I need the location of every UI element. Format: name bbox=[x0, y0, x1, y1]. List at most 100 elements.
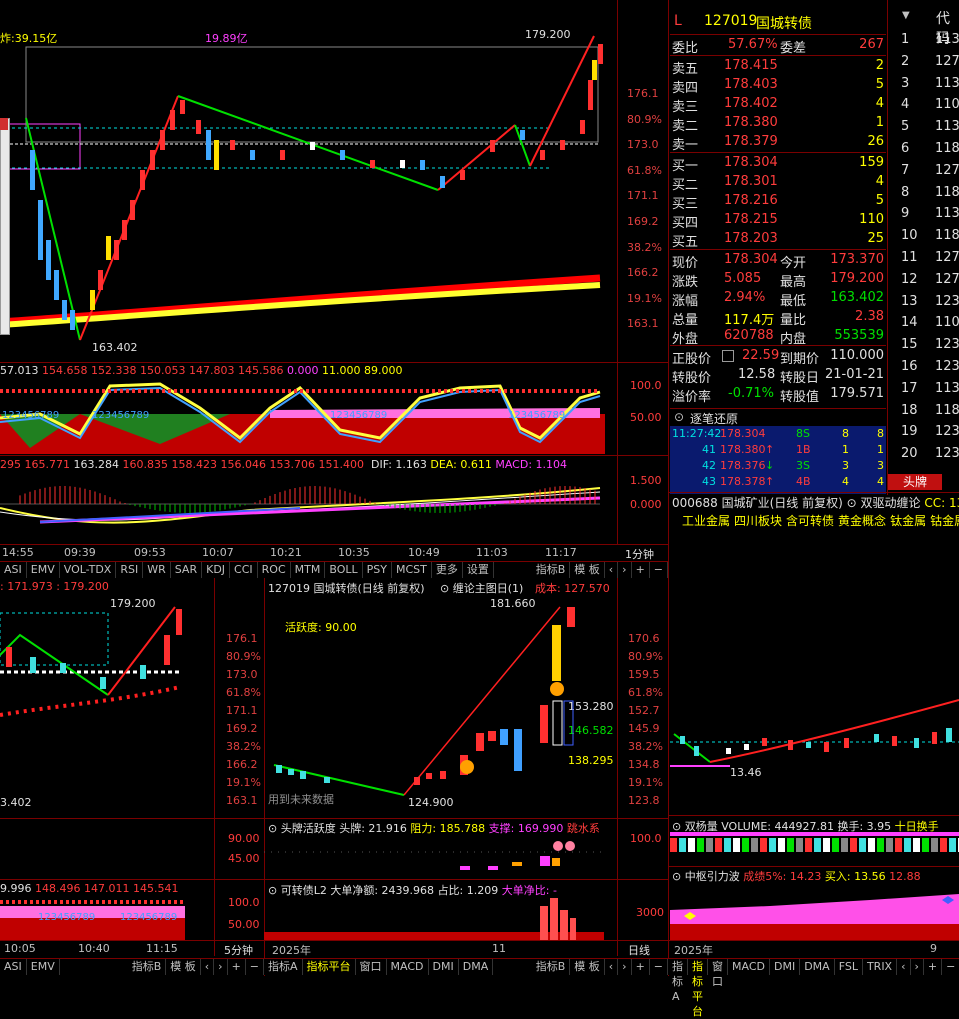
zoom-in-icon[interactable]: + bbox=[632, 959, 650, 975]
tab-2[interactable]: VOL-TDX bbox=[60, 562, 117, 578]
list-item[interactable]: 6 118 bbox=[893, 141, 959, 161]
list-item[interactable]: 16 123 bbox=[893, 359, 959, 379]
br-kline-chart[interactable] bbox=[670, 530, 959, 815]
tab-9[interactable]: MTM bbox=[291, 562, 326, 578]
list-item[interactable]: 3 113 bbox=[893, 76, 959, 96]
tab-7[interactable]: TRIX bbox=[863, 959, 898, 975]
zoom-out-icon[interactable]: − bbox=[650, 959, 668, 975]
zgj-icon[interactable] bbox=[722, 350, 734, 362]
bl-kline-chart[interactable] bbox=[0, 595, 214, 817]
period-label[interactable]: 1分钟 bbox=[625, 546, 654, 562]
tab-0[interactable]: ASI bbox=[0, 562, 27, 578]
list-item[interactable]: 19 123 bbox=[893, 424, 959, 444]
tab-12[interactable]: MCST bbox=[392, 562, 432, 578]
next-icon[interactable]: › bbox=[618, 959, 632, 975]
tab-right-1[interactable]: 模 板 bbox=[166, 959, 201, 975]
list-item[interactable]: 1 113 bbox=[893, 32, 959, 52]
list-item[interactable]: 11 127 bbox=[893, 250, 959, 270]
bm-indicator-tabs[interactable]: 指标A 指标平台 窗口 MACD DMI DMA 指标B 模 板 ‹ › + − bbox=[264, 958, 668, 975]
next-icon[interactable]: › bbox=[618, 562, 632, 578]
list-item[interactable]: 8 118 bbox=[893, 185, 959, 205]
macd-chart[interactable] bbox=[0, 472, 617, 542]
tab-11[interactable]: PSY bbox=[363, 562, 392, 578]
concept-tag[interactable]: 钛金属 bbox=[890, 514, 926, 528]
prev-icon[interactable]: ‹ bbox=[605, 959, 619, 975]
concept-tag[interactable]: 钴金属 bbox=[930, 514, 959, 528]
zoom-in-icon[interactable]: + bbox=[924, 959, 943, 975]
tab-0[interactable]: ASI bbox=[0, 959, 27, 975]
br-indicator-tabs[interactable]: 指标A 指标平台 窗口 MACD DMI DMA FSL TRIX ‹ › + − bbox=[668, 958, 959, 1018]
next-icon[interactable]: › bbox=[911, 959, 924, 975]
tab-3[interactable]: MACD bbox=[728, 959, 770, 975]
bl-period-label[interactable]: 5分钟 bbox=[224, 942, 253, 958]
tab-0[interactable]: 指标A bbox=[668, 959, 688, 1003]
bm-indicator-name[interactable]: ⊙ 缠论主图日(1) bbox=[440, 580, 523, 596]
tab-5[interactable]: DMA bbox=[459, 959, 494, 975]
bl-ind2-chart[interactable]: 123456789 123456789 bbox=[0, 898, 214, 940]
tab-4[interactable]: DMI bbox=[429, 959, 459, 975]
tab-5[interactable]: SAR bbox=[171, 562, 203, 578]
list-item[interactable]: 12 127 bbox=[893, 272, 959, 292]
prev-icon[interactable]: ‹ bbox=[605, 562, 619, 578]
tab-7[interactable]: CCI bbox=[230, 562, 258, 578]
tab-1[interactable]: 指标平台 bbox=[688, 959, 708, 1018]
list-item[interactable]: 17 113 bbox=[893, 381, 959, 401]
ticks-collapse-icon[interactable]: ⊙ bbox=[674, 410, 684, 424]
next-icon[interactable]: › bbox=[214, 959, 228, 975]
list-item[interactable]: 18 118 bbox=[893, 403, 959, 423]
tab-6[interactable]: KDJ bbox=[202, 562, 231, 578]
tab-14[interactable]: 设置 bbox=[463, 562, 494, 578]
ind1-chart[interactable]: 123456789 123456789 123456789 123456789 bbox=[0, 378, 617, 454]
concept-tag[interactable]: 含可转债 bbox=[786, 514, 834, 528]
tab-0[interactable]: 指标A bbox=[264, 959, 303, 975]
list-item[interactable]: 14 110 bbox=[893, 315, 959, 335]
tab-3[interactable]: RSI bbox=[116, 562, 144, 578]
bm-kline-chart[interactable] bbox=[264, 595, 617, 817]
tab-5[interactable]: DMA bbox=[800, 959, 835, 975]
tab-6[interactable]: FSL bbox=[835, 959, 863, 975]
tab-8[interactable]: ROC bbox=[258, 562, 291, 578]
tab-1[interactable]: EMV bbox=[27, 959, 60, 975]
list-item[interactable]: 4 110 bbox=[893, 97, 959, 117]
side-dialog-close-icon[interactable] bbox=[0, 118, 8, 130]
list-item[interactable]: 5 113 bbox=[893, 119, 959, 139]
zoom-out-icon[interactable]: − bbox=[650, 562, 668, 578]
zoom-out-icon[interactable]: − bbox=[942, 959, 959, 975]
tab-10[interactable]: BOLL bbox=[325, 562, 363, 578]
concept-tag[interactable]: 黄金概念 bbox=[838, 514, 886, 528]
tab-right-0[interactable]: 指标B bbox=[532, 562, 571, 578]
tab-right-1[interactable]: 模 板 bbox=[570, 959, 605, 975]
tab-2[interactable]: 窗口 bbox=[356, 959, 387, 975]
bl-indicator-tabs[interactable]: ASI EMV 指标B 模 板 ‹ › + − bbox=[0, 958, 264, 975]
indicator-tabs-top[interactable]: ASI EMV VOL-TDX RSI WR SAR KDJ CCI ROC MTM BOLL PSY… bbox=[0, 561, 668, 578]
list-item[interactable]: 13 123 bbox=[893, 294, 959, 314]
tab-4[interactable]: WR bbox=[143, 562, 171, 578]
zoom-in-icon[interactable]: + bbox=[632, 562, 650, 578]
prev-icon[interactable]: ‹ bbox=[897, 959, 911, 975]
list-item[interactable]: 9 113 bbox=[893, 206, 959, 226]
sort-icon[interactable]: ▼ bbox=[902, 10, 910, 21]
tab-1[interactable]: EMV bbox=[27, 562, 60, 578]
list-item[interactable]: 2 127 bbox=[893, 54, 959, 74]
tab-2[interactable]: 窗口 bbox=[708, 959, 728, 988]
concept-tag[interactable]: 工业金属 bbox=[682, 514, 730, 528]
br-ind2-chart[interactable] bbox=[670, 884, 959, 940]
ticks-header[interactable]: ⊙ 逐笔还原 bbox=[670, 408, 886, 426]
tab-3[interactable]: MACD bbox=[387, 959, 429, 975]
concept-tag[interactable]: 四川板块 bbox=[734, 514, 782, 528]
tab-right-0[interactable]: 指标B bbox=[532, 959, 571, 975]
list-item[interactable]: 10 118 bbox=[893, 228, 959, 248]
bm-ind2-chart[interactable] bbox=[264, 898, 617, 940]
top-kline-chart[interactable] bbox=[0, 0, 617, 362]
bm-period-label[interactable]: 日线 bbox=[628, 942, 650, 958]
tab-right-1[interactable]: 模 板 bbox=[570, 562, 605, 578]
prev-icon[interactable]: ‹ bbox=[201, 959, 215, 975]
badge-headpick[interactable]: 头牌 bbox=[888, 474, 942, 490]
zoom-in-icon[interactable]: + bbox=[228, 959, 246, 975]
bm-ind1-chart[interactable] bbox=[264, 836, 617, 878]
tab-13[interactable]: 更多 bbox=[432, 562, 463, 578]
list-item[interactable]: 15 123 bbox=[893, 337, 959, 357]
list-item[interactable]: 20 123 bbox=[893, 446, 959, 466]
tab-1[interactable]: 指标平台 bbox=[303, 959, 356, 975]
side-dialog[interactable] bbox=[0, 118, 10, 335]
